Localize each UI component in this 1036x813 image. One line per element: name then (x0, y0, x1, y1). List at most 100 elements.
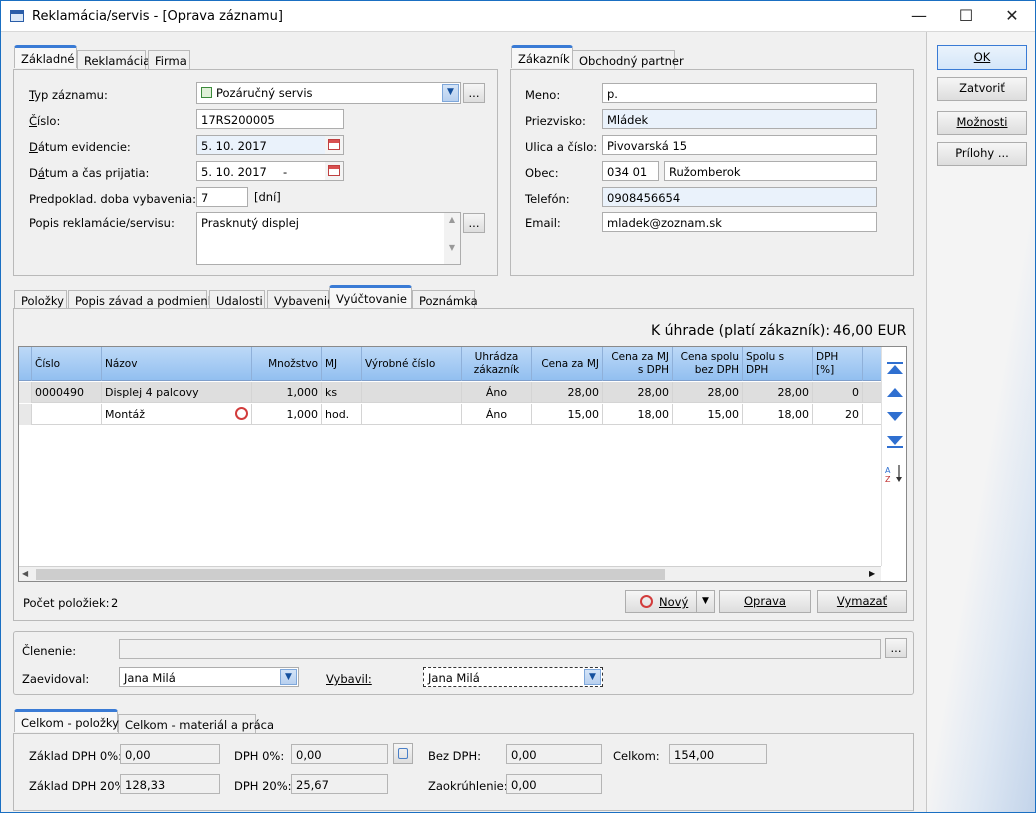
doba-field[interactable]: 7 (196, 187, 248, 207)
tab-obchodny-partner[interactable]: Obchodný partner (572, 50, 684, 69)
datum-evidencie-field[interactable]: 5. 10. 2017 (196, 135, 344, 155)
chevron-down-icon[interactable]: ▼ (584, 669, 601, 685)
tab-zakladne[interactable]: Základné (14, 45, 77, 68)
email-field[interactable]: mladek@zoznam.sk (602, 212, 877, 232)
col-mj[interactable]: MJ (322, 347, 362, 381)
datum-prijatia-label: Dátum a čas prijatia: (29, 166, 150, 180)
chevron-down-icon[interactable]: ▼ (280, 669, 297, 685)
popis-more-button[interactable]: ... (463, 213, 485, 233)
tab-popis-zavad[interactable]: Popis závad a podmienky (68, 290, 221, 309)
tab-reklamacia[interactable]: Reklamácia (77, 50, 150, 69)
clenenie-label: Členenie: (22, 644, 77, 658)
calendar-type-icon (201, 87, 212, 98)
datum-prijatia-field[interactable]: 5. 10. 2017- (196, 161, 344, 181)
svg-text:A: A (885, 466, 891, 475)
close-dialog-button[interactable]: Zatvoriť (937, 77, 1027, 101)
options-button[interactable]: Možnosti (937, 111, 1027, 135)
col-mnozstvo[interactable]: Množstvo (252, 347, 322, 381)
meno-field[interactable]: p. (602, 83, 877, 103)
dph20-label: DPH 20%: (234, 779, 292, 793)
chevron-down-icon[interactable]: ▼ (442, 84, 459, 102)
tab-vyuctovanie[interactable]: Vyúčtovanie (329, 285, 412, 308)
doba-unit: [dní] (254, 190, 281, 204)
scroll-thumb[interactable] (36, 569, 665, 580)
popis-label: Popis reklamácie/servisu: (29, 216, 175, 230)
celkom-label: Celkom: (613, 749, 660, 763)
tab-firma[interactable]: Firma (148, 50, 190, 69)
col-dph[interactable]: DPH [%] (813, 347, 863, 381)
popis-textarea[interactable]: Prasknutý displej ▲ ▼ (196, 212, 461, 265)
no-discount-icon (640, 595, 653, 608)
attachments-button[interactable]: Prílohy ... (937, 142, 1027, 166)
move-last-icon[interactable] (887, 436, 903, 448)
window-title: Reklamácia/servis - [Oprava záznamu] (32, 9, 283, 24)
tab-polozky[interactable]: Položky (14, 290, 67, 309)
clenenie-more-button[interactable]: ... (885, 638, 907, 658)
horizontal-scrollbar[interactable]: ◀ ▶ (19, 566, 881, 581)
psc-field[interactable]: 034 01 (602, 161, 659, 181)
meno-label: Meno: (525, 88, 561, 102)
vybavil-label: Vybavil: (326, 672, 372, 686)
k-uhrade-label: K úhrade (platí zákazník): (651, 323, 831, 339)
items-grid: Číslo Názov Množstvo MJ Výrobné číslo Uh… (18, 346, 907, 582)
app-icon (10, 10, 24, 22)
tab-vybavenie[interactable]: Vybavenie (267, 290, 334, 309)
tab-celkom-material[interactable]: Celkom - materiál a práca (118, 714, 274, 733)
grid-header: Číslo Názov Množstvo MJ Výrobné číslo Uh… (19, 347, 881, 381)
obec-field[interactable]: Ružomberok (664, 161, 877, 181)
move-up-icon[interactable] (887, 388, 903, 397)
scroll-right-icon[interactable]: ▶ (869, 569, 875, 578)
move-down-icon[interactable] (887, 412, 903, 421)
chevron-down-icon[interactable]: ▼ (696, 591, 714, 612)
telefon-field[interactable]: 0908456654 (602, 187, 877, 207)
zaevidoval-select[interactable]: Jana Milá ▼ (119, 667, 299, 687)
doba-label: Predpoklad. doba vybavenia: (29, 192, 197, 206)
typ-select[interactable]: Pozáručný servis ▼ (196, 82, 461, 104)
textarea-scrollbar[interactable]: ▲ ▼ (444, 213, 460, 264)
priezvisko-field[interactable]: Mládek (602, 109, 877, 129)
vybavil-select[interactable]: Jana Milá ▼ (423, 667, 603, 687)
zaokr-label: Zaokrúhlenie: (428, 779, 508, 793)
col-cena-spolu[interactable]: Cena spolu bez DPH (673, 347, 743, 381)
ok-button[interactable]: OK (937, 45, 1027, 70)
move-first-icon[interactable] (887, 362, 903, 374)
tab-celkom-polozky[interactable]: Celkom - položky (14, 709, 119, 732)
table-row[interactable]: Montáž 1,000 hod. Áno 15,00 18,00 15,00 … (19, 404, 881, 425)
col-cena-mj-dph[interactable]: Cena za MJ s DPH (603, 347, 673, 381)
recalc-button[interactable] (393, 743, 413, 764)
calendar-icon[interactable] (325, 162, 343, 180)
zaokr-field: 0,00 (506, 774, 602, 794)
celkom-field: 154,00 (669, 744, 767, 764)
zaklad0-label: Základ DPH 0%: (29, 749, 122, 763)
tab-zakaznik[interactable]: Zákazník (511, 45, 573, 68)
ulica-field[interactable]: Pivovarská 15 (602, 135, 877, 155)
maximize-button[interactable]: ☐ (943, 1, 989, 32)
new-item-button[interactable]: Nový ▼ (625, 590, 715, 613)
delete-item-button[interactable]: Vymazať (817, 590, 907, 613)
minimize-button[interactable]: — (896, 1, 942, 32)
bezdph-label: Bez DPH: (428, 749, 481, 763)
col-nazov[interactable]: Názov (102, 347, 252, 381)
typ-more-button[interactable]: ... (463, 83, 485, 103)
tab-udalosti[interactable]: Udalosti (209, 290, 265, 309)
scroll-left-icon[interactable]: ◀ (22, 569, 28, 578)
telefon-label: Telefón: (525, 192, 570, 206)
col-vyrobne-cislo[interactable]: Výrobné číslo (362, 347, 462, 381)
table-row[interactable]: 0000490 Displej 4 palcovy 1,000 ks Áno 2… (19, 382, 881, 403)
col-uhradza[interactable]: Uhrádza zákazník (462, 347, 532, 381)
sort-az-icon[interactable]: AZ (885, 465, 902, 484)
pocet-label: Počet položiek: (23, 596, 110, 610)
grid-nav-toolbar: AZ (881, 347, 906, 566)
tab-poznamka[interactable]: Poznámka (412, 290, 478, 309)
clenenie-field[interactable] (119, 639, 881, 659)
calendar-icon[interactable] (325, 136, 343, 154)
col-cena-mj[interactable]: Cena za MJ (532, 347, 603, 381)
col-cislo[interactable]: Číslo (32, 347, 102, 381)
edit-item-button[interactable]: Oprava (719, 590, 811, 613)
cislo-field[interactable]: 17RS200005 (196, 109, 344, 129)
zaklad20-field: 128,33 (120, 774, 220, 794)
totals-panel: Základ DPH 0%: 0,00 DPH 0%: 0,00 Bez DPH… (13, 733, 914, 811)
close-button[interactable]: ✕ (989, 1, 1035, 32)
email-label: Email: (525, 216, 561, 230)
col-spolu-dph[interactable]: Spolu s DPH (743, 347, 813, 381)
